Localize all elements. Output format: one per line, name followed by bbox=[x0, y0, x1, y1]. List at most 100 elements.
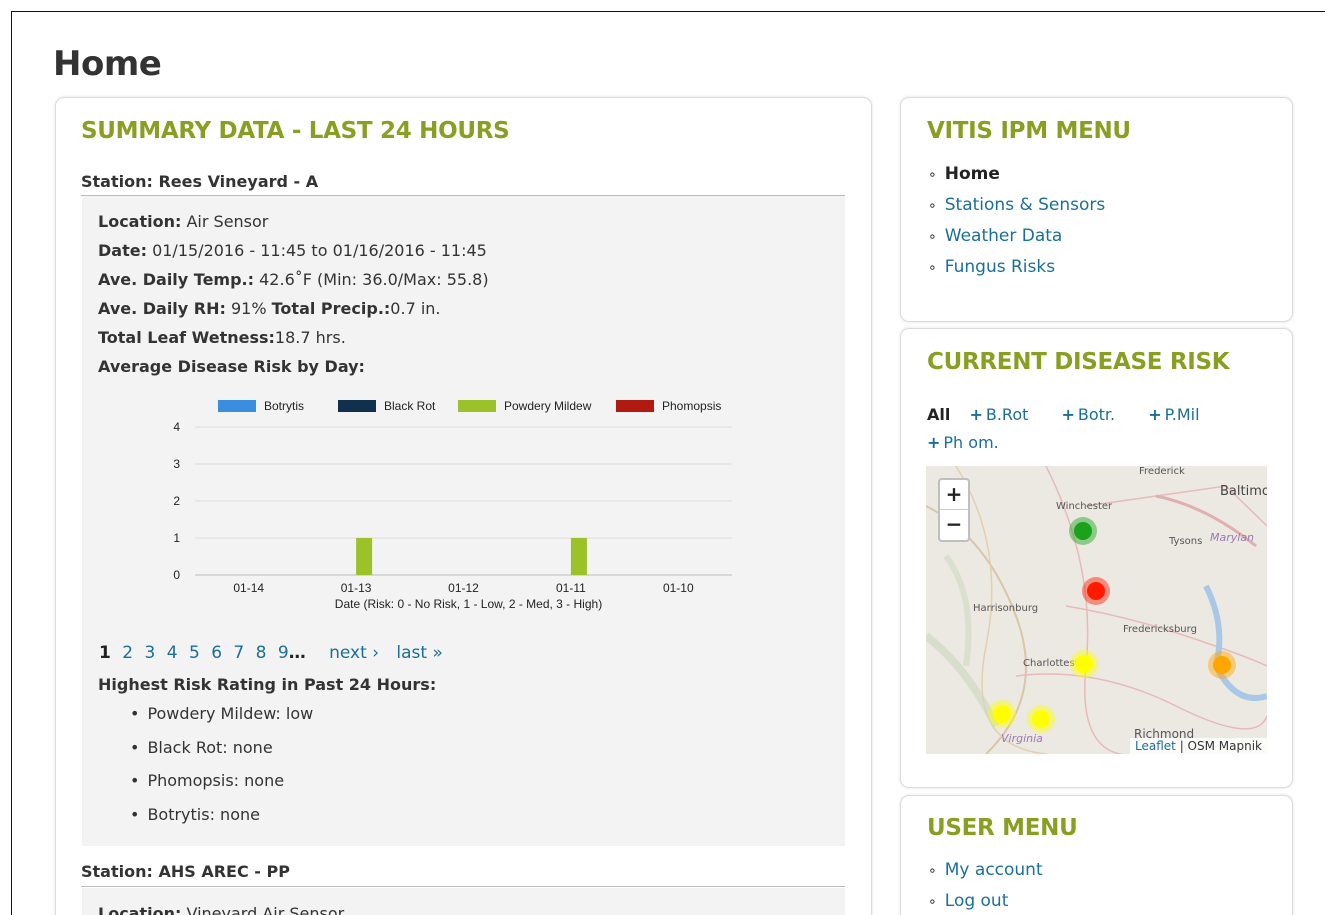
map-marker-yellow[interactable] bbox=[993, 705, 1011, 723]
risk-filters: All + B.Rot + Botr. + P.Mil + Ph om. bbox=[927, 401, 1267, 457]
filter-all[interactable]: All bbox=[927, 405, 950, 424]
pager-page-4[interactable]: 4 bbox=[167, 643, 178, 663]
pager-page-2[interactable]: 2 bbox=[122, 643, 133, 663]
menu-item-my-account[interactable]: My account bbox=[928, 858, 1043, 889]
page-title: Home bbox=[53, 44, 162, 84]
pager: 1 2 3 4 5 6 7 8 9… next › last » bbox=[99, 643, 449, 663]
leaflet-link[interactable]: Leaflet bbox=[1135, 739, 1176, 753]
chart-bar bbox=[570, 538, 587, 575]
menu-item-stations-link[interactable]: Stations & Sensors bbox=[945, 195, 1106, 215]
map-zoom-control: + − bbox=[938, 478, 970, 542]
highest-risk-list: Powdery Mildew: low Black Rot: none Phom… bbox=[130, 702, 313, 836]
station2-location-label: Location: bbox=[98, 904, 182, 915]
chart-legend-swatch bbox=[218, 400, 256, 412]
list-item: Powdery Mildew: low bbox=[130, 702, 313, 736]
chart-x-tick-label: 01-12 bbox=[448, 581, 479, 595]
temp-line: Ave. Daily Temp.: 42.6˚F (Min: 36.0/Max:… bbox=[98, 270, 489, 289]
pager-ellipsis: … bbox=[288, 643, 306, 663]
chart-y-tick-label: 0 bbox=[173, 568, 180, 582]
location-line: Location: Air Sensor bbox=[98, 212, 268, 231]
map-marker-orange[interactable] bbox=[1213, 656, 1231, 674]
chart-legend-label: Powdery Mildew bbox=[504, 399, 592, 413]
station2-header: Station: AHS AREC - PP bbox=[81, 862, 290, 881]
ipm-menu-title: VITIS IPM MENU bbox=[927, 118, 1131, 144]
summary-title: SUMMARY DATA - LAST 24 HOURS bbox=[81, 118, 510, 144]
filter-botr[interactable]: + Botr. bbox=[1061, 405, 1129, 424]
map-marker-green[interactable] bbox=[1074, 522, 1092, 540]
ipm-menu-list: Home Stations & Sensors Weather Data Fun… bbox=[928, 162, 1106, 286]
menu-item-weather-link[interactable]: Weather Data bbox=[945, 226, 1063, 246]
precip-value: 0.7 in. bbox=[390, 299, 441, 318]
chart-y-tick-label: 2 bbox=[173, 494, 180, 508]
chart-legend-label: Black Rot bbox=[384, 399, 436, 413]
pager-page-3[interactable]: 3 bbox=[144, 643, 155, 663]
chart-legend-swatch bbox=[338, 400, 376, 412]
leaf-label: Total Leaf Wetness: bbox=[98, 328, 275, 347]
plus-icon: + bbox=[927, 433, 941, 452]
chart-legend-swatch bbox=[616, 400, 654, 412]
chart-y-tick-label: 1 bbox=[173, 531, 180, 545]
chart-legend-label: Botrytis bbox=[264, 399, 304, 413]
map-markers bbox=[988, 517, 1236, 733]
list-item: Phomopsis: none bbox=[130, 769, 313, 803]
highest-risk-label: Highest Risk Rating in Past 24 Hours: bbox=[98, 675, 437, 694]
rh-label: Ave. Daily RH: bbox=[98, 299, 226, 318]
chart-y-tick-label: 4 bbox=[173, 420, 180, 434]
plus-icon: + bbox=[1148, 405, 1162, 424]
filter-brot[interactable]: + B.Rot bbox=[969, 405, 1042, 424]
menu-item-log-out[interactable]: Log out bbox=[928, 889, 1043, 915]
zoom-out-button[interactable]: − bbox=[940, 510, 968, 540]
menu-item-fungus[interactable]: Fungus Risks bbox=[928, 255, 1105, 286]
temp-label: Ave. Daily Temp.: bbox=[98, 270, 255, 289]
disease-risk-title: CURRENT DISEASE RISK bbox=[927, 349, 1230, 375]
user-menu-title: USER MENU bbox=[927, 815, 1078, 841]
date-value: 01/15/2016 - 11:45 to 01/16/2016 - 11:45 bbox=[146, 241, 487, 260]
pager-page-5[interactable]: 5 bbox=[189, 643, 200, 663]
list-item: Black Rot: none bbox=[130, 736, 313, 770]
pager-page-7[interactable]: 7 bbox=[233, 643, 244, 663]
pager-last[interactable]: last » bbox=[396, 643, 442, 663]
filter-phom-label: Ph om. bbox=[943, 433, 999, 452]
rh-value: 91% bbox=[225, 299, 272, 318]
disease-risk-chart: 0 1 2 3 4 Botrytis Black Rot Powdery Mildew Phom… bbox=[150, 395, 750, 625]
pager-page-9[interactable]: 9 bbox=[278, 643, 289, 663]
plus-icon: + bbox=[1061, 405, 1075, 424]
chart-bar bbox=[356, 538, 373, 575]
rh-line: Ave. Daily RH: 91% Total Precip.:0.7 in. bbox=[98, 299, 441, 318]
menu-item-weather[interactable]: Weather Data bbox=[928, 224, 1105, 255]
pager-page-current: 1 bbox=[99, 643, 111, 663]
menu-item-home-label: Home bbox=[944, 164, 1000, 184]
chart-legend-label: Phomopsis bbox=[662, 399, 721, 413]
pager-next[interactable]: next › bbox=[329, 643, 379, 663]
pager-page-6[interactable]: 6 bbox=[211, 643, 222, 663]
chart-legend-swatch bbox=[458, 400, 496, 412]
zoom-in-button[interactable]: + bbox=[940, 480, 968, 510]
chart-x-tick-label: 01-14 bbox=[233, 581, 264, 595]
my-account-link[interactable]: My account bbox=[945, 860, 1043, 880]
filter-pmil[interactable]: + P.Mil bbox=[1148, 405, 1213, 424]
temp-value: 42.6˚F (Min: 36.0/Max: 55.8) bbox=[254, 270, 489, 289]
pager-page-8[interactable]: 8 bbox=[256, 643, 267, 663]
menu-item-stations[interactable]: Stations & Sensors bbox=[928, 193, 1106, 224]
filter-brot-label: B.Rot bbox=[985, 405, 1029, 424]
disease-risk-map[interactable]: Frederick Baltimo Winchester Tysons Mary… bbox=[926, 466, 1267, 754]
menu-item-home[interactable]: Home bbox=[928, 162, 1105, 193]
location-label: Location: bbox=[98, 212, 182, 231]
chart-y-tick-label: 3 bbox=[173, 457, 180, 471]
attribution-text: OSM Mapnik bbox=[1187, 739, 1262, 753]
leaf-value: 18.7 hrs. bbox=[274, 328, 346, 347]
chart-svg: 0 1 2 3 4 Botrytis Black Rot Powdery Mildew Phom… bbox=[173, 399, 732, 611]
map-marker-yellow[interactable] bbox=[1075, 655, 1093, 673]
menu-item-fungus-link[interactable]: Fungus Risks bbox=[945, 257, 1055, 277]
log-out-link[interactable]: Log out bbox=[945, 891, 1009, 911]
map-attribution: Leaflet | OSM Mapnik bbox=[1130, 738, 1267, 754]
station2-divider bbox=[81, 886, 845, 887]
station2-location-value: Vineyard Air Sensor bbox=[181, 904, 345, 915]
station2-location-line: Location: Vineyard Air Sensor bbox=[98, 904, 344, 915]
map-marker-red[interactable] bbox=[1087, 582, 1105, 600]
avg-risk-label: Average Disease Risk by Day: bbox=[98, 357, 365, 376]
date-line: Date: 01/15/2016 - 11:45 to 01/16/2016 -… bbox=[98, 241, 487, 260]
list-item: Botrytis: none bbox=[130, 803, 313, 837]
filter-phom[interactable]: + Ph om. bbox=[927, 433, 1013, 452]
map-marker-yellow[interactable] bbox=[1032, 710, 1050, 728]
